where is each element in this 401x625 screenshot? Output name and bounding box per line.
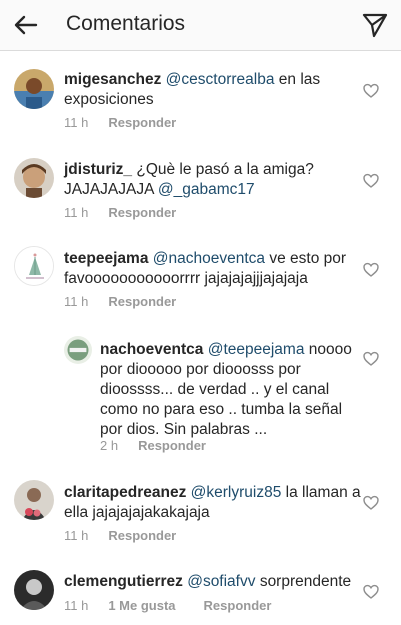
heart-icon[interactable] [363,351,379,367]
reply-button[interactable]: Responder [108,205,176,220]
comment-meta: 2 h Responder [100,438,206,453]
reply-button[interactable]: Responder [138,438,206,453]
comment-mention[interactable]: @sofiafvv [187,573,255,590]
reply-button[interactable]: Responder [108,528,176,543]
comment-mention[interactable]: @teepeejama [208,341,305,358]
comment-username[interactable]: nachoeventca [100,341,203,358]
avatar[interactable] [14,69,54,109]
arrow-left-icon[interactable] [12,11,40,39]
comment-username[interactable]: teepeejama [64,250,148,267]
heart-icon[interactable] [363,173,379,189]
comment-username[interactable]: claritapedreanez [64,484,186,501]
comment-mention[interactable]: @cesctorrealba [166,71,275,88]
likes-count[interactable]: 1 Me gusta [108,598,175,613]
avatar[interactable] [14,570,54,610]
comment-body: sorprendente [259,573,352,590]
page-title: Comentarios [66,12,186,35]
comment-meta: 11 h 1 Me gusta Responder [64,598,271,613]
paper-plane-icon[interactable] [361,11,389,39]
avatar[interactable] [14,480,54,520]
comment-time: 2 h [100,438,119,453]
heart-icon[interactable] [363,495,379,511]
comment-username[interactable]: clemengutierrez [64,573,183,590]
comment-time: 11 h [64,294,89,309]
comment-mention[interactable]: @_gabamc17 [158,181,255,198]
comment-meta: 11 h Responder [64,528,176,543]
heart-icon[interactable] [363,262,379,278]
reply-button[interactable]: Responder [108,115,176,130]
comment-meta: 11 h Responder [64,294,176,309]
avatar[interactable] [14,158,54,198]
reply-button[interactable]: Responder [108,294,176,309]
comment-mention[interactable]: @nachoeventca [153,250,265,267]
reply-button[interactable]: Responder [204,598,272,613]
comment-username[interactable]: jdisturiz_ [64,161,132,178]
comment-meta: 11 h Responder [64,205,176,220]
comment-time: 11 h [64,598,89,613]
comment-mention[interactable]: @kerlyruiz85 [191,484,282,501]
heart-icon[interactable] [363,83,379,99]
avatar[interactable] [64,336,92,364]
top-bar: Comentarios [0,0,401,51]
comment-time: 11 h [64,205,89,220]
heart-icon[interactable] [363,584,379,600]
comment-time: 11 h [64,115,89,130]
comment-username[interactable]: migesanchez [64,71,161,88]
avatar[interactable] [14,246,54,286]
comment-time: 11 h [64,528,89,543]
comment-meta: 11 h Responder [64,115,176,130]
